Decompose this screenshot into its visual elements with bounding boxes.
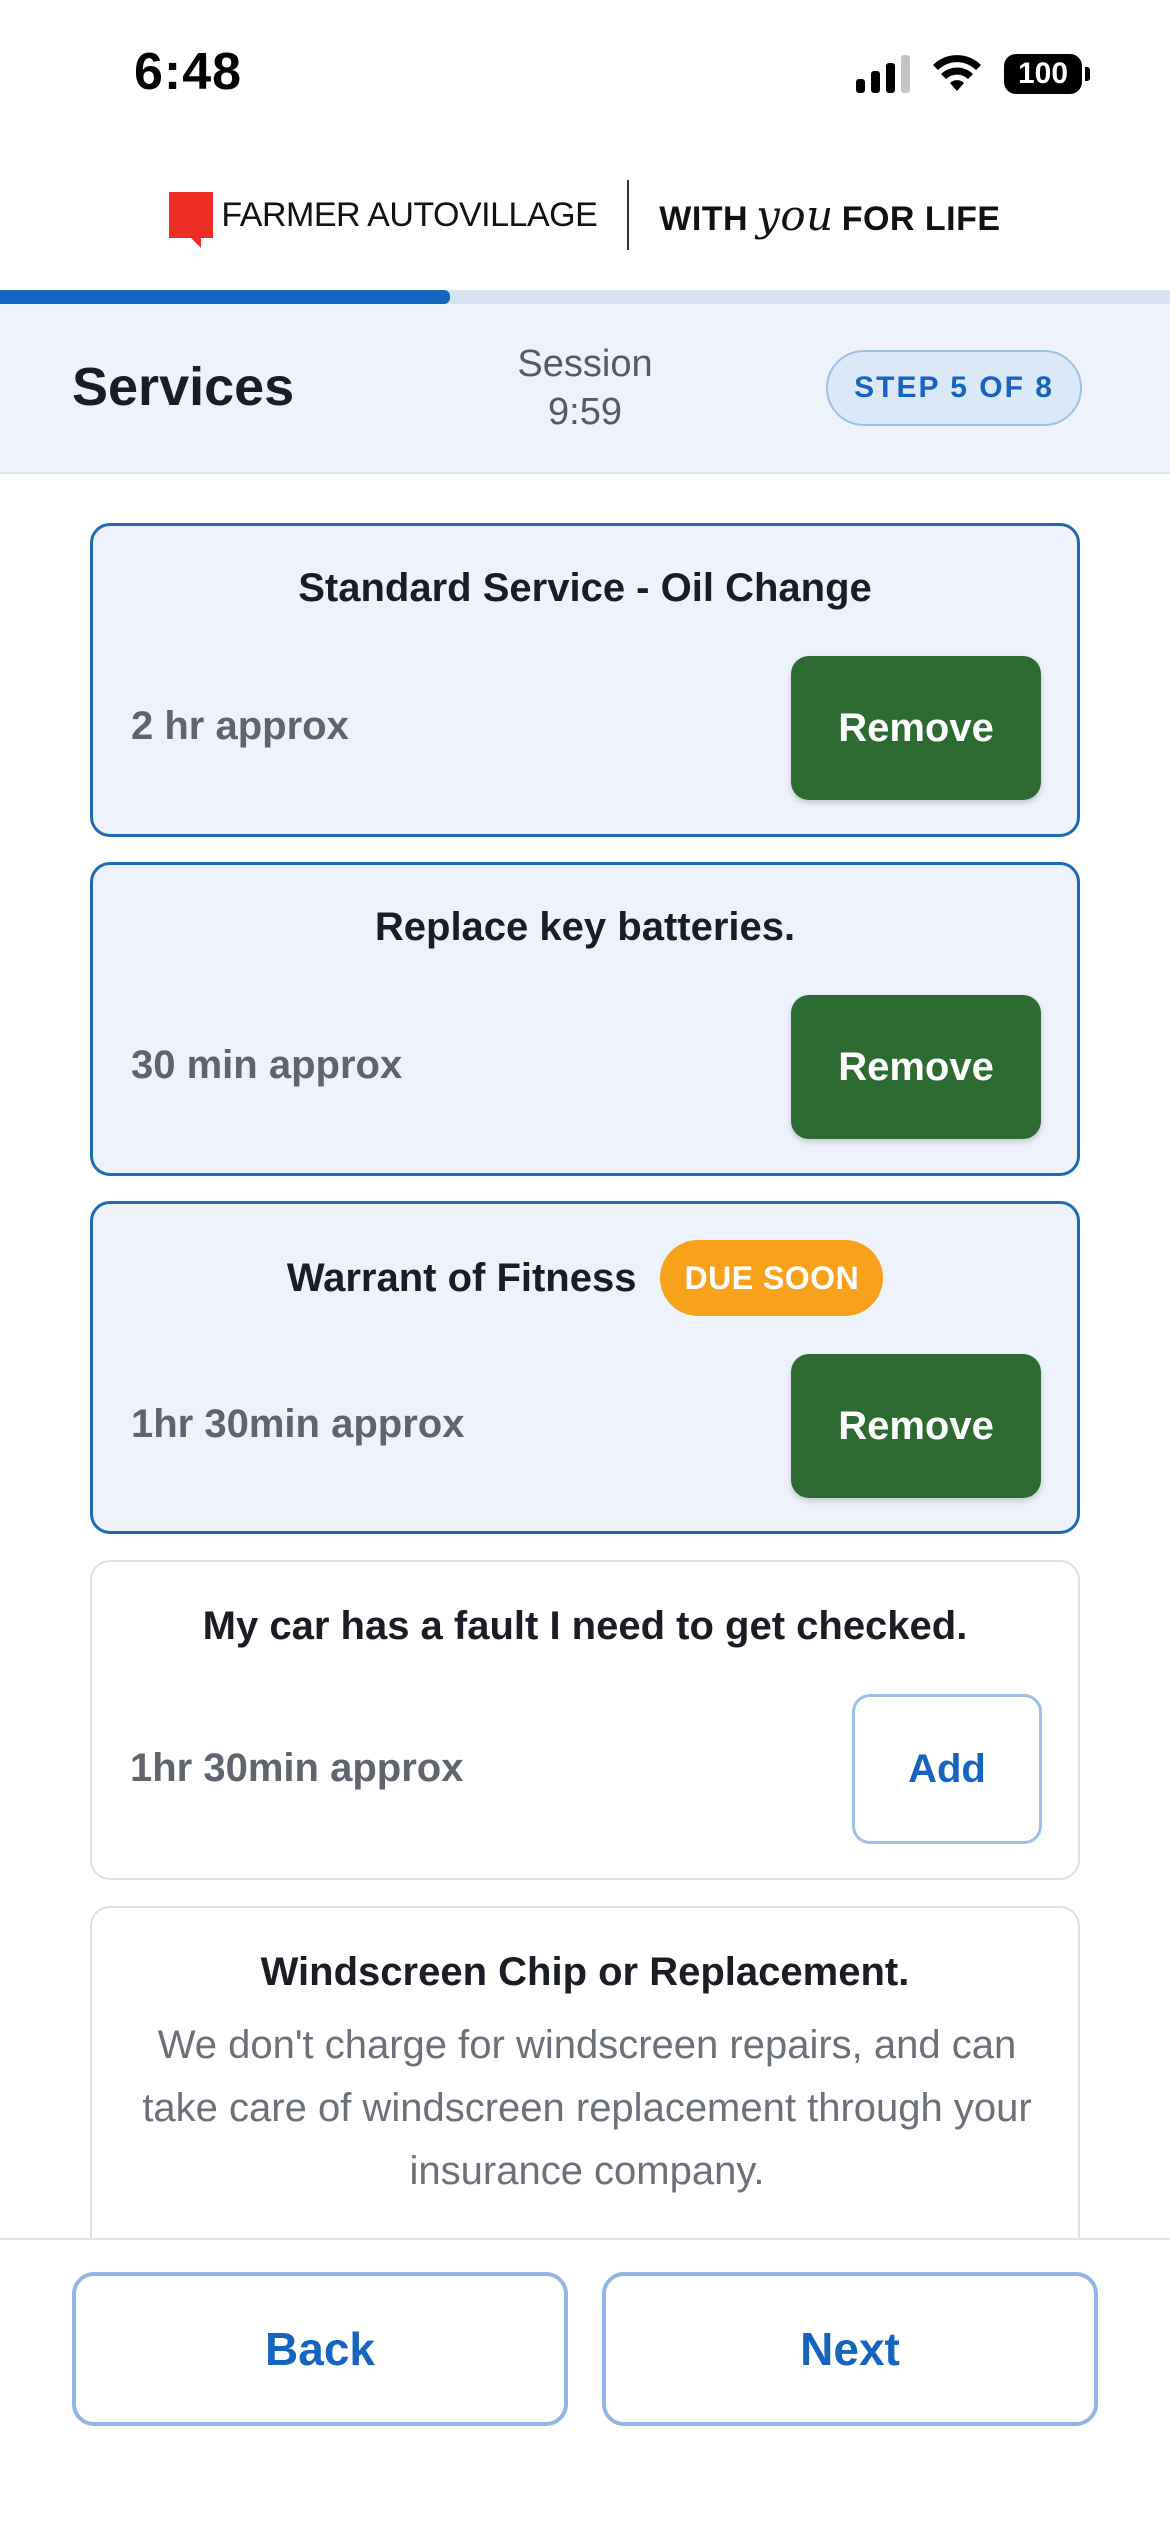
- tagline-script: you: [756, 190, 834, 240]
- wifi-icon: [933, 55, 981, 91]
- battery-icon: 100: [1004, 54, 1090, 94]
- step-badge: STEP 5 OF 8: [826, 350, 1082, 426]
- session-timer: Session 9:59: [485, 340, 685, 436]
- service-card[interactable]: My car has a fault I need to get checked…: [90, 1560, 1080, 1880]
- service-title: My car has a fault I need to get checked…: [92, 1604, 1078, 1649]
- status-bar: 6:48 100: [0, 0, 1170, 150]
- remove-button[interactable]: Remove: [791, 656, 1041, 800]
- status-time: 6:48: [134, 43, 243, 101]
- battery-level: 100: [1004, 54, 1082, 94]
- service-card[interactable]: Windscreen Chip or Replacement. We don't…: [90, 1906, 1080, 2286]
- service-title: Warrant of Fitness DUE SOON: [93, 1240, 1077, 1316]
- service-title-text: My car has a fault I need to get checked…: [202, 1604, 968, 1648]
- session-label: Session: [517, 343, 653, 385]
- session-time: 9:59: [548, 391, 622, 433]
- service-title-text: Warrant of Fitness: [286, 1255, 637, 1300]
- brand-name-rest: AUTOVILLAGE: [367, 195, 598, 234]
- brand-name-bold: FARMER: [221, 195, 361, 234]
- progress-bar: [0, 290, 1170, 304]
- brand-tagline: WITH you FOR LIFE: [659, 191, 1000, 240]
- next-button[interactable]: Next: [602, 2272, 1098, 2426]
- service-title: Replace key batteries.: [93, 905, 1077, 950]
- farmer-logo-icon: [169, 192, 214, 248]
- brand-header: FARMER AUTOVILLAGE WITH you FOR LIFE: [0, 170, 1170, 260]
- service-duration: 1hr 30min approx: [130, 1746, 464, 1790]
- back-button[interactable]: Back: [72, 2272, 568, 2426]
- service-description: We don't charge for windscreen repairs, …: [142, 2023, 1032, 2193]
- service-title-text: Windscreen Chip or Replacement.: [260, 1950, 910, 1994]
- service-duration: 30 min approx: [131, 1043, 403, 1087]
- service-title: Standard Service - Oil Change: [93, 566, 1077, 611]
- service-title-text: Standard Service - Oil Change: [298, 566, 872, 610]
- service-duration: 2 hr approx: [131, 704, 349, 748]
- page-title: Services: [72, 357, 295, 417]
- footer-nav: Back Next: [0, 2238, 1170, 2532]
- service-card[interactable]: Warrant of Fitness DUE SOON 1hr 30min ap…: [90, 1201, 1080, 1534]
- service-title: Windscreen Chip or Replacement.: [92, 1950, 1078, 1995]
- remove-button[interactable]: Remove: [791, 995, 1041, 1139]
- brand-name: FARMER AUTOVILLAGE: [221, 196, 597, 235]
- service-card[interactable]: Replace key batteries. 30 min approx Rem…: [90, 862, 1080, 1176]
- remove-button[interactable]: Remove: [791, 1354, 1041, 1498]
- progress-fill: [0, 290, 451, 304]
- tagline-pre: WITH: [659, 199, 749, 238]
- tagline-post: FOR LIFE: [841, 199, 1001, 238]
- cellular-signal-icon: [856, 55, 910, 93]
- page-header: Services Session 9:59 STEP 5 OF 8: [0, 304, 1170, 474]
- status-icons: 100: [856, 54, 1090, 94]
- brand-divider: [627, 180, 630, 250]
- service-title-text: Replace key batteries.: [374, 905, 796, 949]
- service-duration: 1hr 30min approx: [131, 1402, 465, 1446]
- add-button[interactable]: Add: [852, 1694, 1042, 1844]
- service-card[interactable]: Standard Service - Oil Change 2 hr appro…: [90, 523, 1080, 837]
- due-soon-badge: DUE SOON: [660, 1240, 884, 1316]
